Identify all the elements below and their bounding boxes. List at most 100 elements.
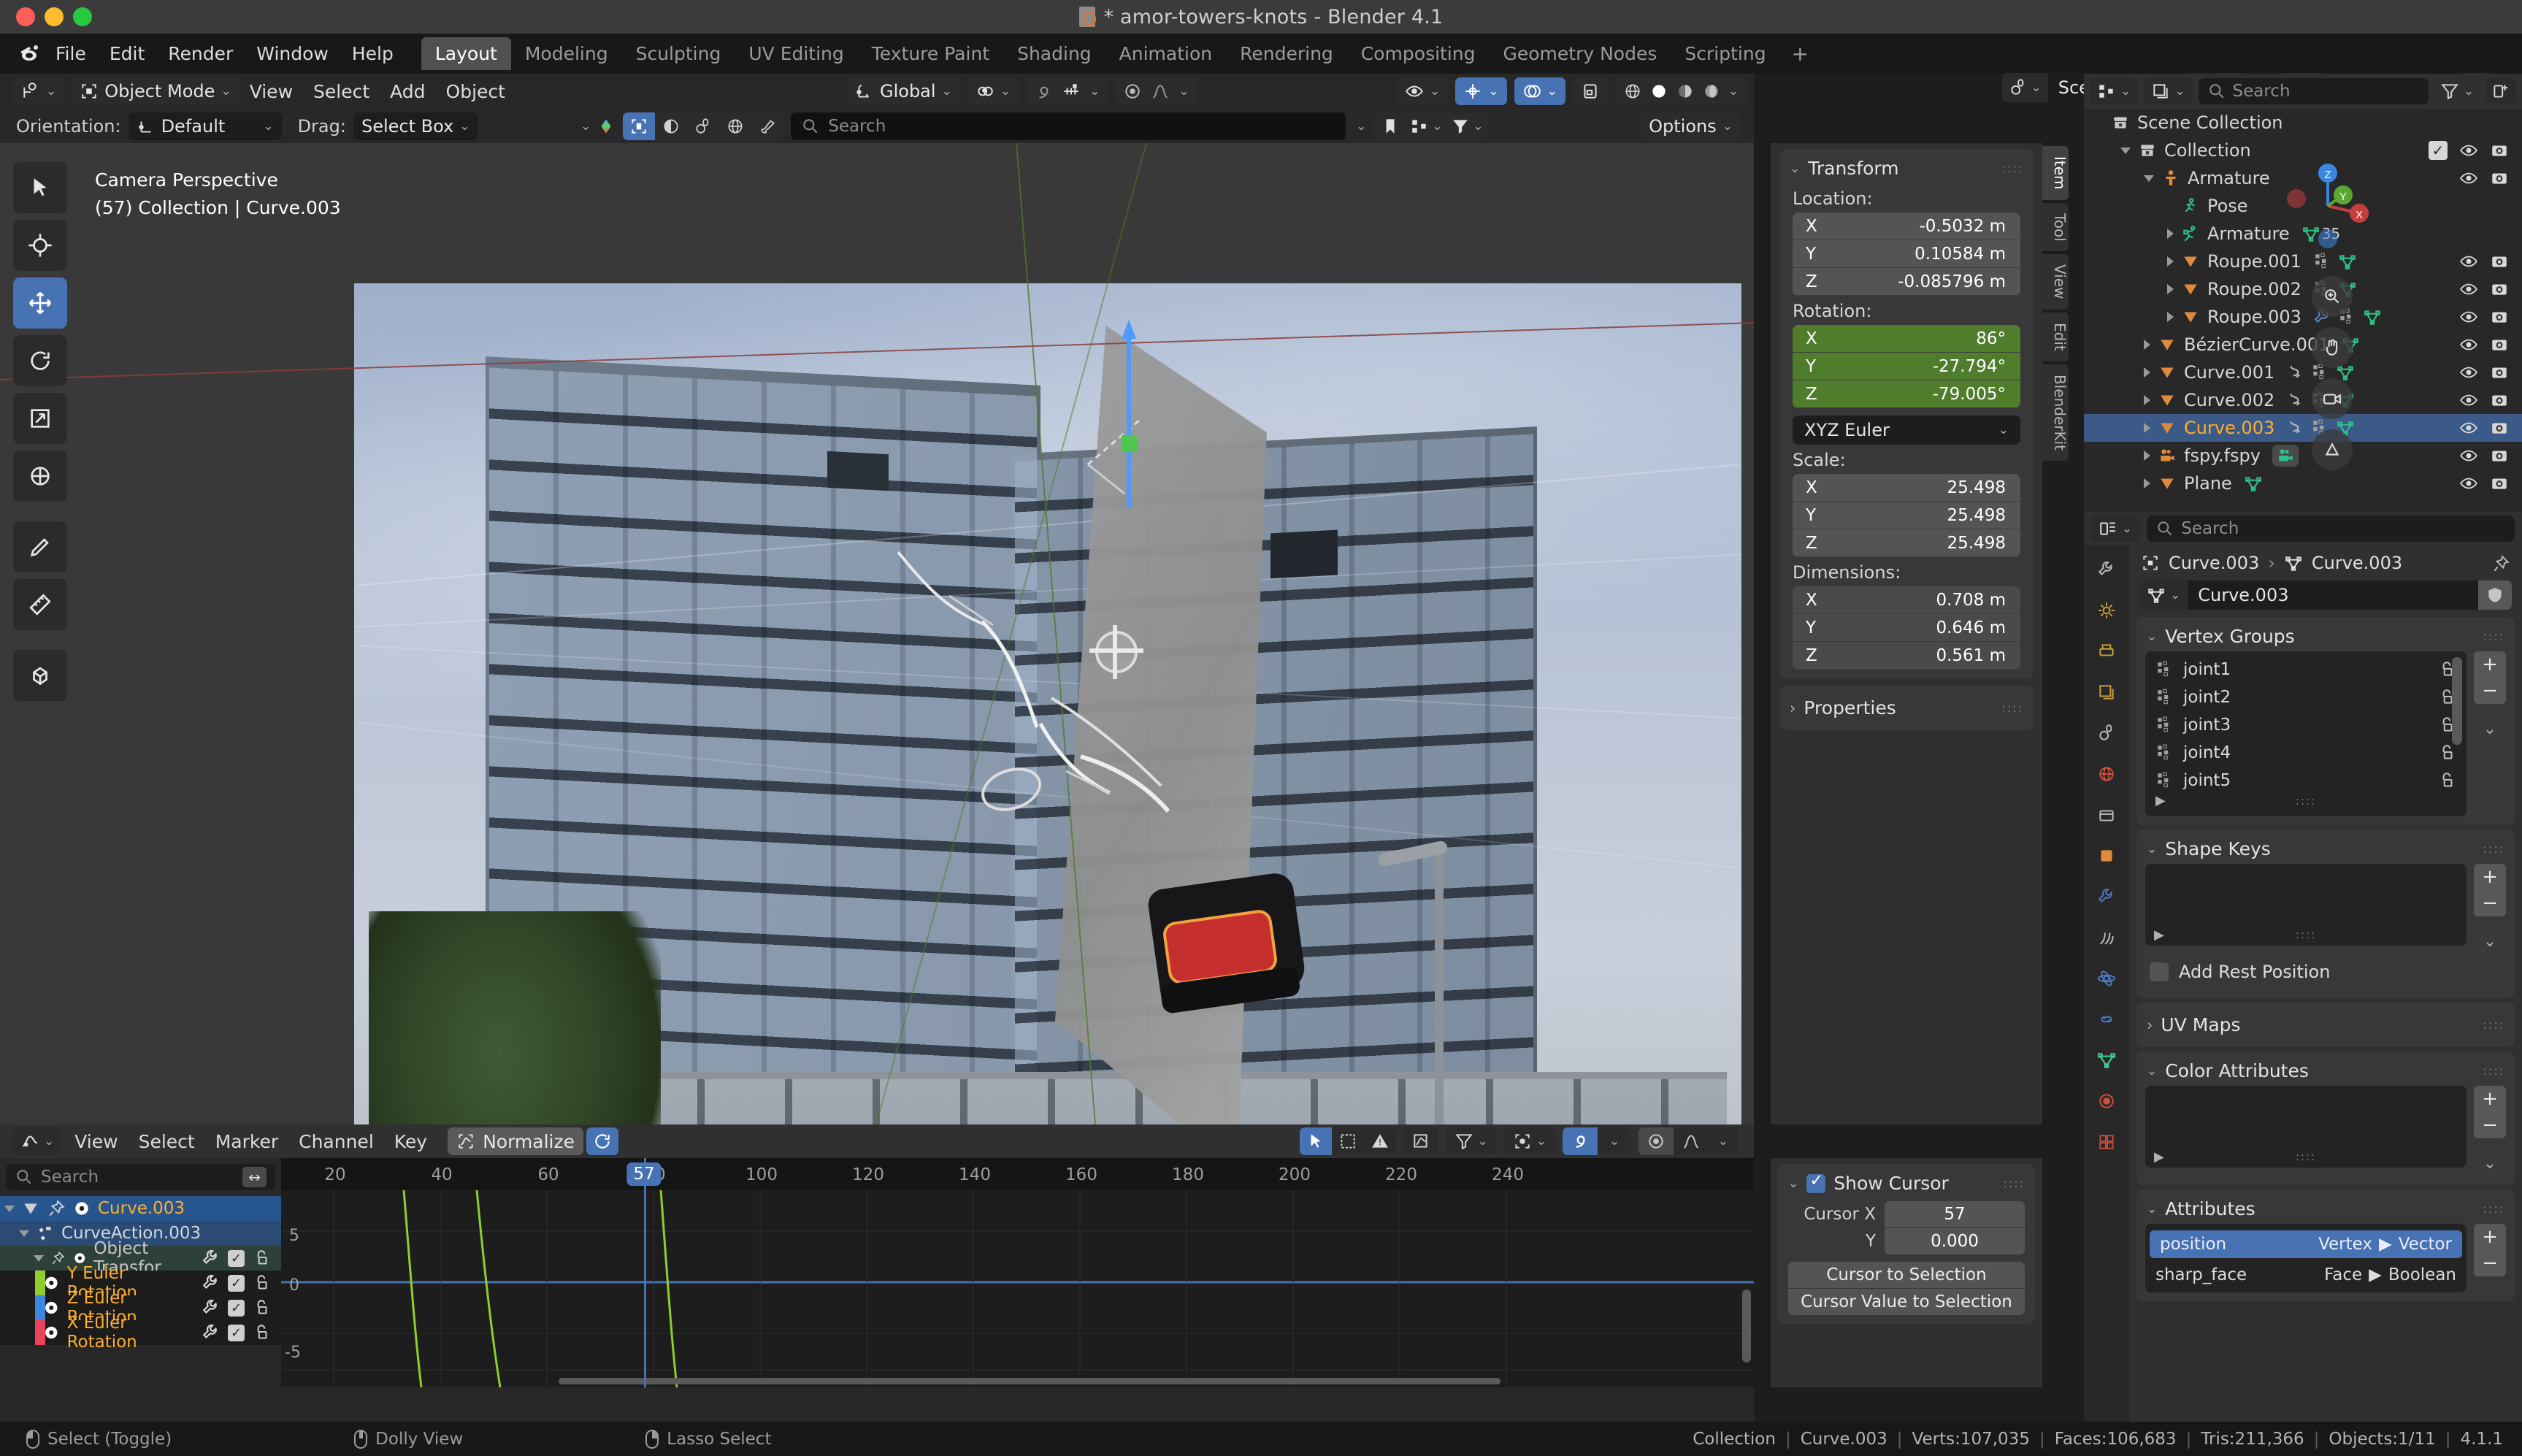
gizmo-toggle[interactable]: ⌄ [1455, 77, 1507, 105]
tool-measure[interactable] [13, 579, 67, 630]
pivot-point-selector[interactable]: ⌄ [967, 77, 1019, 105]
outliner-row-roupe-003[interactable]: Roupe.003 [2084, 303, 2522, 331]
npanel-tab-item[interactable]: Item [2042, 146, 2069, 200]
channel-lock-icon[interactable] [252, 1298, 271, 1317]
tab-collection-icon[interactable] [2093, 801, 2120, 829]
drag-dropdown[interactable]: Select Box ⌄ [353, 112, 478, 140]
panel-drag-handle[interactable]: :::: [2003, 1176, 2025, 1190]
tab-modifiers-icon[interactable] [2093, 883, 2120, 911]
brush-mode-button[interactable] [751, 112, 783, 140]
tab-constraints-icon[interactable] [2093, 1005, 2120, 1033]
channel-enable-checkbox[interactable]: ✓ [228, 1249, 245, 1267]
workspace-tab-uv-editing[interactable]: UV Editing [735, 37, 857, 70]
snapping-controls[interactable]: ⌄ [1563, 1127, 1631, 1155]
outliner-row-fspy-fspy[interactable]: fspy.fspy [2084, 442, 2522, 470]
outliner-row-roupe-002[interactable]: Roupe.002 [2084, 275, 2522, 303]
object-select-mode-button[interactable] [623, 112, 656, 140]
graph-menu-channel[interactable]: Channel [288, 1131, 384, 1152]
render-visibility-icon[interactable] [2490, 446, 2509, 465]
field-rotation-y[interactable]: Y -27.794° [1793, 353, 2020, 380]
shape-key-specials-menu[interactable]: ⌄ [2474, 928, 2506, 954]
vertex-group-specials-menu[interactable]: ⌄ [2474, 716, 2506, 742]
panel-drag-handle[interactable]: :::: [2483, 1064, 2504, 1078]
graph-menu-marker[interactable]: Marker [205, 1131, 288, 1152]
properties-search-input[interactable]: Search [2147, 516, 2515, 542]
properties-editor-type-selector[interactable]: ⌄ [2091, 516, 2140, 542]
outliner-row-b-ziercurve-001[interactable]: BézierCurve.001 [2084, 331, 2522, 359]
current-frame-indicator[interactable]: 57 [626, 1162, 662, 1186]
attributes-header[interactable]: ⌄ Attributes :::: [2136, 1194, 2515, 1224]
pivot-point-menu[interactable]: ⌄ [1503, 1127, 1555, 1155]
render-visibility-icon[interactable] [2490, 418, 2509, 437]
field-rotation-z[interactable]: Z -79.005° [1793, 380, 2020, 408]
show-hidden-toggle[interactable] [1332, 1127, 1364, 1155]
modifier-icon[interactable] [202, 1298, 221, 1317]
menu-window[interactable]: Window [245, 34, 340, 74]
channel-x-euler-rotation[interactable]: X Euler Rotation ✓ [0, 1314, 281, 1352]
vertex-group-item[interactable]: joint3 [2145, 711, 2467, 739]
field-dimensions-z[interactable]: Z 0.561 m [1793, 642, 2020, 670]
expand-channels-button[interactable]: ↔ [242, 1167, 267, 1187]
color-attributes-header[interactable]: ⌄ Color Attributes :::: [2136, 1056, 2515, 1086]
field-dimensions-x[interactable]: X 0.708 m [1793, 586, 2020, 614]
vertex-group-item[interactable]: joint4 [2145, 739, 2467, 767]
workspace-tab-layout[interactable]: Layout [421, 37, 511, 70]
npanel-tab-edit[interactable]: Edit [2042, 312, 2069, 361]
cursor-x-value[interactable]: 57 [1885, 1201, 2025, 1227]
field-dimensions-y[interactable]: Y 0.646 m [1793, 614, 2020, 642]
channel-enable-checkbox[interactable]: ✓ [228, 1274, 245, 1292]
snap-controls[interactable]: ⌄ [1026, 77, 1108, 105]
visibility-toggle-icon[interactable] [2459, 335, 2478, 354]
color-attribute-specials-menu[interactable]: ⌄ [2474, 1150, 2506, 1176]
proportional-editing-controls[interactable]: ⌄ [1115, 77, 1197, 105]
render-visibility-icon[interactable] [2490, 141, 2509, 160]
modifier-icon[interactable] [202, 1273, 221, 1292]
render-visibility-icon[interactable] [2490, 252, 2509, 271]
outliner-row-curve-003[interactable]: Curve.003 [2084, 414, 2522, 442]
visibility-toggle-icon[interactable] [2459, 169, 2478, 188]
menu-file[interactable]: File [44, 34, 98, 74]
properties-subpanel[interactable]: › Properties :::: [1779, 686, 2034, 730]
graph-menu-view[interactable]: View [64, 1131, 128, 1152]
add-vertex-group-button[interactable]: + [2474, 651, 2506, 678]
toggle-ortho-perspective-button[interactable] [2312, 429, 2353, 470]
expand-arrow-icon[interactable] [2144, 395, 2150, 405]
shape-keys-list[interactable]: ▶ :::: [2145, 864, 2467, 946]
normalize-toggle[interactable]: Normalize [448, 1127, 583, 1155]
viewport-search-input[interactable]: Search [791, 112, 1346, 140]
viewport-options-button[interactable]: Options ⌄ [1641, 112, 1741, 140]
viewport-menu-view[interactable]: View [239, 81, 303, 102]
attribute-item[interactable]: sharp_face Face ▶ Boolean [2145, 1261, 2467, 1289]
tool-select-box[interactable] [13, 162, 67, 213]
collapse-arrow-icon[interactable] [19, 1230, 29, 1237]
npanel-tab-view[interactable]: View [2042, 254, 2069, 310]
npanel-tab-tool[interactable]: Tool [2042, 202, 2069, 252]
remove-color-attribute-button[interactable]: − [2474, 1112, 2506, 1138]
tab-scene-icon[interactable] [2093, 719, 2120, 747]
tab-world-icon[interactable] [2093, 760, 2120, 788]
editor-type-selector[interactable]: ⌄ [13, 77, 65, 105]
visibility-toggle-icon[interactable] [2459, 252, 2478, 271]
cursor-to-selection-button[interactable]: Cursor to Selection [1788, 1262, 2025, 1288]
mask-mode-button[interactable] [655, 112, 687, 140]
expand-arrow-icon[interactable] [2167, 284, 2174, 294]
outliner-search-input[interactable]: Search [2198, 78, 2429, 104]
lock-vertex-group-icon[interactable] [2437, 771, 2456, 791]
tool-scale[interactable] [13, 393, 67, 444]
modifier-icon[interactable] [202, 1323, 221, 1342]
visibility-toggle-icon[interactable] [2459, 474, 2478, 493]
pin-icon[interactable] [47, 1199, 66, 1218]
visibility-toggle-icon[interactable] [2459, 446, 2478, 465]
outliner-display-mode-selector[interactable]: ⌄ [2144, 78, 2193, 104]
menu-help[interactable]: Help [340, 34, 405, 74]
attribute-item[interactable]: position Vertex ▶ Vector [2150, 1230, 2462, 1258]
expand-arrow-icon[interactable] [2144, 423, 2150, 433]
outliner-new-collection-button[interactable] [2485, 78, 2516, 104]
transform-panel-header[interactable]: ⌄ Transform :::: [1779, 153, 2034, 183]
channel-curve-003[interactable]: Curve.003 [0, 1196, 281, 1221]
uv-maps-panel[interactable]: › UV Maps :::: [2136, 1003, 2515, 1047]
bookmark-icon[interactable] [1374, 112, 1406, 140]
overlays-toggle[interactable]: ⌄ [1514, 77, 1565, 105]
render-visibility-icon[interactable] [2490, 474, 2509, 493]
move-gizmo[interactable] [1081, 318, 1241, 698]
